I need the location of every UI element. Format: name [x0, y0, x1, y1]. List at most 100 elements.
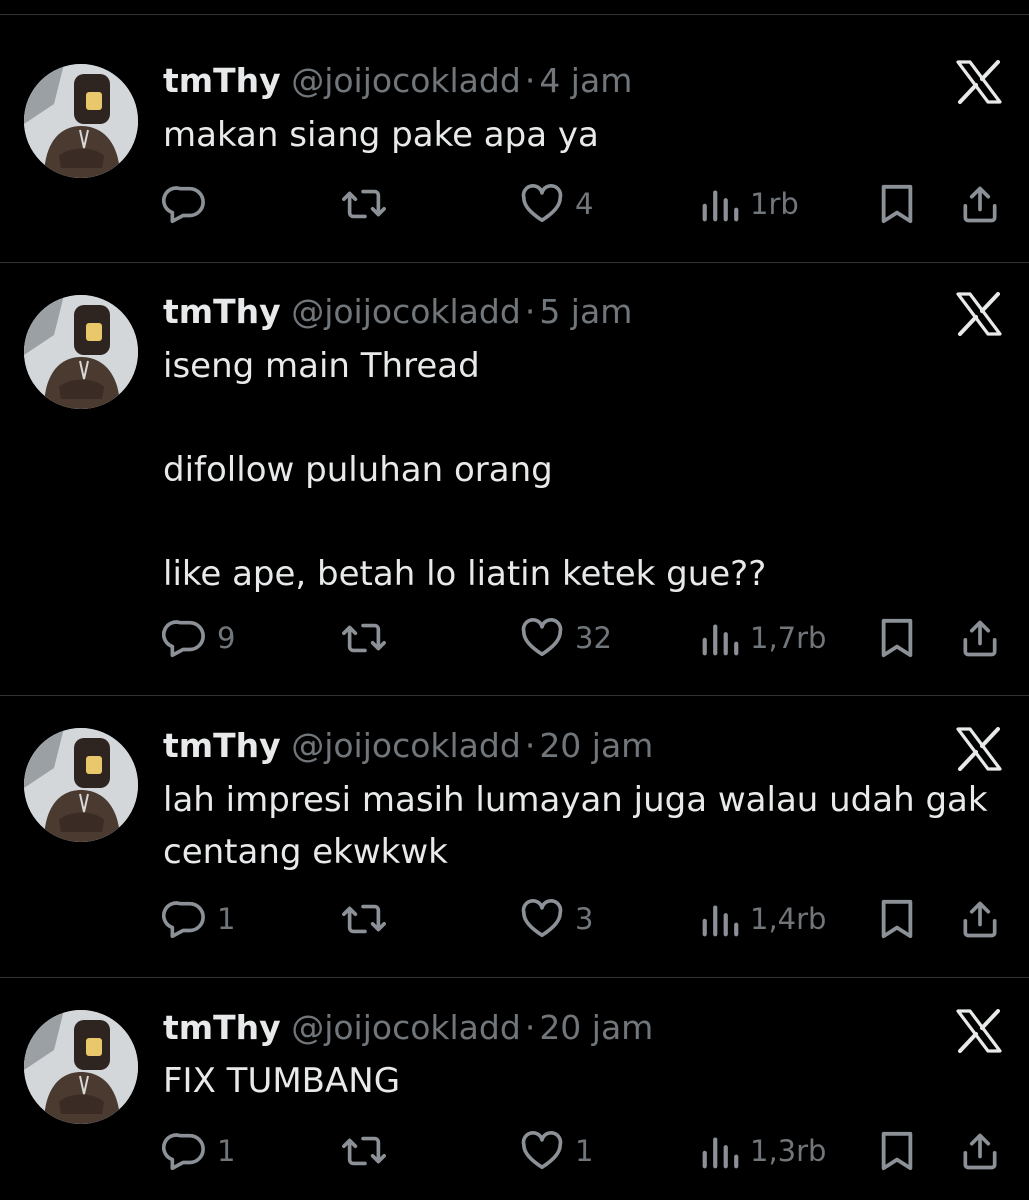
- avatar[interactable]: [24, 295, 138, 409]
- post[interactable]: tmThy @joijocokladd · 20 jam FIX TUMBANG 1…: [0, 978, 1029, 1200]
- post-text: iseng main Thread difollow puluhan orang…: [163, 340, 1008, 600]
- retweet-button[interactable]: [339, 895, 398, 943]
- share-icon: [963, 901, 997, 938]
- retweet-icon: [342, 1136, 386, 1166]
- separator-dot: ·: [524, 61, 536, 100]
- reply-count: 9: [217, 621, 236, 655]
- reply-button[interactable]: 1: [162, 1127, 235, 1175]
- bookmark-button[interactable]: [876, 180, 918, 228]
- author-handle[interactable]: @joijocokladd: [291, 292, 521, 331]
- separator-dot: ·: [524, 1008, 536, 1047]
- views-button[interactable]: 1,3rb: [699, 1127, 826, 1175]
- author-handle[interactable]: @joijocokladd: [291, 61, 521, 100]
- share-icon: [963, 186, 997, 223]
- share-button[interactable]: [958, 180, 1002, 228]
- views-count: 1,7rb: [750, 621, 827, 655]
- reply-icon: [162, 186, 205, 224]
- bookmark-icon: [881, 618, 913, 658]
- post-actions: 1 3 1,4rb: [0, 895, 1029, 943]
- post-text: FIX TUMBANG: [163, 1055, 1008, 1107]
- author-name[interactable]: tmThy: [163, 61, 281, 100]
- post[interactable]: tmThy @joijocokladd · 20 jam lah impresi m…: [0, 696, 1029, 977]
- like-button[interactable]: 1: [518, 1127, 593, 1175]
- post-time[interactable]: 5 jam: [539, 292, 632, 331]
- post[interactable]: tmThy @joijocokladd · 4 jam makan siang pa…: [0, 0, 1029, 262]
- retweet-button[interactable]: [339, 614, 398, 662]
- post[interactable]: tmThy @joijocokladd · 5 jam iseng main Thr…: [0, 263, 1029, 695]
- post-header: tmThy @joijocokladd · 4 jam: [163, 61, 632, 101]
- post-header: tmThy @joijocokladd · 20 jam: [163, 726, 653, 766]
- separator-dot: ·: [524, 726, 536, 765]
- avatar[interactable]: [24, 728, 138, 842]
- post-text-line: difollow puluhan orang: [163, 450, 553, 490]
- avatar-photo: [24, 1010, 138, 1124]
- views-count: 1,3rb: [750, 1134, 827, 1168]
- x-logo-icon[interactable]: [955, 60, 1003, 104]
- reply-button[interactable]: [162, 180, 217, 228]
- avatar[interactable]: [24, 64, 138, 178]
- author-name[interactable]: tmThy: [163, 1008, 281, 1047]
- reply-count: 1: [217, 1134, 236, 1168]
- post-time[interactable]: 20 jam: [539, 1008, 653, 1047]
- x-logo-icon[interactable]: [955, 727, 1003, 771]
- author-name[interactable]: tmThy: [163, 292, 281, 331]
- share-button[interactable]: [958, 895, 1002, 943]
- bookmark-icon: [881, 184, 913, 224]
- reply-icon: [162, 620, 205, 658]
- post-time[interactable]: 4 jam: [539, 61, 632, 100]
- post-header: tmThy @joijocokladd · 20 jam: [163, 1008, 653, 1048]
- retweet-icon: [342, 904, 386, 934]
- like-count: 1: [575, 1134, 594, 1168]
- views-icon: [702, 624, 739, 656]
- post-text-line: lah impresi masih lumayan juga walau uda…: [163, 780, 988, 872]
- x-logo-icon[interactable]: [955, 1009, 1003, 1053]
- post-text-line: iseng main Thread: [163, 346, 480, 386]
- bookmark-icon: [881, 1131, 913, 1171]
- retweet-icon: [342, 189, 386, 219]
- like-count: 3: [575, 902, 594, 936]
- bookmark-button[interactable]: [876, 895, 918, 943]
- bookmark-icon: [881, 899, 913, 939]
- views-button[interactable]: 1,4rb: [699, 895, 826, 943]
- author-handle[interactable]: @joijocokladd: [291, 1008, 521, 1047]
- reply-icon: [162, 901, 205, 939]
- like-button[interactable]: 32: [518, 614, 612, 662]
- views-icon: [702, 905, 739, 937]
- avatar-photo: [24, 728, 138, 842]
- post-time[interactable]: 20 jam: [539, 726, 653, 765]
- heart-icon: [521, 1130, 563, 1170]
- share-button[interactable]: [958, 1127, 1002, 1175]
- share-button[interactable]: [958, 614, 1002, 662]
- post-header: tmThy @joijocokladd · 5 jam: [163, 292, 632, 332]
- share-icon: [963, 620, 997, 657]
- post-text-line: [163, 392, 1008, 444]
- like-count: 32: [575, 621, 612, 655]
- heart-icon: [521, 898, 563, 938]
- post-actions: 9 32 1,7rb: [0, 614, 1029, 662]
- bookmark-button[interactable]: [876, 1127, 918, 1175]
- author-name[interactable]: tmThy: [163, 726, 281, 765]
- views-button[interactable]: 1rb: [699, 180, 799, 228]
- post-text-line: [163, 496, 1008, 548]
- like-button[interactable]: 3: [518, 895, 593, 943]
- heart-icon: [521, 617, 563, 657]
- author-handle[interactable]: @joijocokladd: [291, 726, 521, 765]
- views-button[interactable]: 1,7rb: [699, 614, 826, 662]
- heart-icon: [521, 183, 563, 223]
- reply-button[interactable]: 9: [162, 614, 235, 662]
- post-text: lah impresi masih lumayan juga walau uda…: [163, 774, 1008, 878]
- x-logo-icon[interactable]: [955, 292, 1003, 336]
- post-text-line: makan siang pake apa ya: [163, 115, 599, 155]
- avatar-photo: [24, 295, 138, 409]
- post-text-line: like ape, betah lo liatin ketek gue??: [163, 554, 767, 594]
- like-button[interactable]: 4: [518, 180, 593, 228]
- reply-button[interactable]: 1: [162, 895, 235, 943]
- retweet-button[interactable]: [339, 180, 398, 228]
- views-count: 1rb: [750, 187, 799, 221]
- avatar[interactable]: [24, 1010, 138, 1124]
- retweet-button[interactable]: [339, 1127, 398, 1175]
- bookmark-button[interactable]: [876, 614, 918, 662]
- reply-count: 1: [217, 902, 236, 936]
- like-count: 4: [575, 187, 594, 221]
- retweet-icon: [342, 623, 386, 653]
